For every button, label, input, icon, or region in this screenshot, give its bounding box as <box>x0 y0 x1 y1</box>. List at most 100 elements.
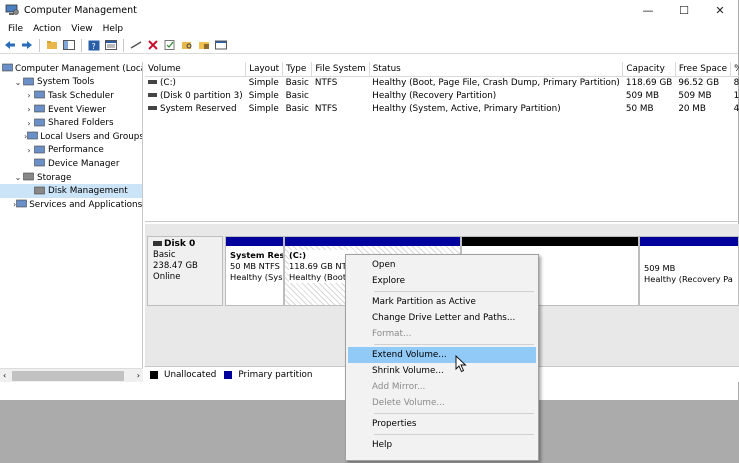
disk-name: Disk 0 <box>164 239 196 249</box>
title-bar: Computer Management — ☐ ✕ <box>0 0 738 20</box>
performance-icon <box>34 145 46 156</box>
collapse-chevron-icon[interactable]: ⌄ <box>13 78 23 87</box>
menu-item-add-mirror: Add Mirror... <box>372 382 426 392</box>
scrollbar-thumb[interactable] <box>12 370 124 381</box>
tree-item[interactable]: Disk Management <box>0 184 142 198</box>
expand-chevron-icon[interactable]: › <box>24 119 34 128</box>
partition-fs: 50 MB NTFS <box>230 261 280 271</box>
menu-file[interactable]: File <box>3 24 28 34</box>
properties-icon[interactable] <box>104 39 118 52</box>
users-icon <box>27 131 39 142</box>
window-title: Computer Management <box>24 4 137 16</box>
tree-item[interactable]: › Event Viewer <box>0 103 142 117</box>
back-arrow-icon[interactable] <box>3 39 17 52</box>
tools-icon <box>23 77 35 88</box>
computer-icon <box>2 63 13 74</box>
disk-type: Basic <box>153 250 176 260</box>
table-cell: 509 MB <box>625 90 660 101</box>
volume-list: Volume Layout Type File System Status Capacit… <box>145 62 739 222</box>
disk-0-label[interactable]: Disk 0 Basic 238.47 GB Online <box>147 236 223 306</box>
menu-item-shrink-volume[interactable]: Shrink Volume... <box>348 363 536 379</box>
partition-name: System Res <box>230 250 284 260</box>
table-cell: Simple <box>248 90 279 101</box>
menu-item-format: Format... <box>372 329 412 339</box>
delete-icon[interactable] <box>146 39 160 52</box>
menu-view[interactable]: View <box>66 24 97 34</box>
partition-recovery[interactable]: 509 MB Healthy (Recovery Pa <box>639 236 739 306</box>
scroll-left-icon[interactable]: ‹ <box>3 371 6 380</box>
menu-item-mark-active[interactable]: Mark Partition as Active <box>348 294 536 310</box>
column-header[interactable]: Type <box>282 62 313 77</box>
services-icon <box>16 199 28 210</box>
folder-icon[interactable] <box>197 39 211 52</box>
unallocated-swatch <box>150 370 158 379</box>
menu-separator <box>374 413 534 414</box>
event-viewer-icon <box>34 104 46 115</box>
primary-partition-bar <box>285 237 460 246</box>
tree-item[interactable]: › Shared Folders <box>0 116 142 130</box>
tree-item[interactable]: › Task Scheduler <box>0 89 142 103</box>
menu-item-explore[interactable]: Explore <box>348 273 536 289</box>
tree-item-label: Computer Management (Local <box>15 63 143 74</box>
primary-swatch <box>224 370 233 379</box>
menu-item-properties[interactable]: Properties <box>348 416 536 432</box>
menu-item-open[interactable]: Open <box>348 257 536 273</box>
up-folder-icon[interactable] <box>45 39 59 52</box>
expand-chevron-icon[interactable]: › <box>24 105 34 114</box>
column-header[interactable]: Layout <box>245 62 284 77</box>
minimize-button[interactable]: — <box>630 0 666 20</box>
column-header[interactable]: Volume <box>145 62 247 77</box>
tree-item[interactable]: ⌄ System Tools <box>0 76 142 90</box>
tree-item[interactable]: › Local Users and Groups <box>0 130 142 144</box>
show-hide-tree-icon[interactable] <box>62 39 76 52</box>
column-header[interactable]: Capacity <box>622 62 676 77</box>
table-row[interactable]: (C:) Simple Basic NTFS Healthy (Boot, Page F… <box>145 76 739 89</box>
column-header[interactable]: % Free <box>730 62 739 77</box>
volume-icon <box>148 80 157 85</box>
expand-chevron-icon[interactable]: › <box>24 91 34 100</box>
menu-action[interactable]: Action <box>28 24 66 34</box>
menu-help[interactable]: Help <box>98 24 129 34</box>
partition-system-reserved[interactable]: System Res 50 MB NTFS Healthy (Sys <box>225 236 284 306</box>
column-header[interactable]: Status <box>369 62 624 77</box>
table-row[interactable]: (Disk 0 partition 3) Simple Basic Healthy (… <box>145 89 739 102</box>
collapse-chevron-icon[interactable]: ⌄ <box>13 173 23 182</box>
toolbar-separator <box>81 38 82 52</box>
menu-item-help[interactable]: Help <box>348 437 536 453</box>
search-folder-icon[interactable] <box>180 39 194 52</box>
tree-item[interactable]: Device Manager <box>0 157 142 171</box>
tree-item[interactable]: ⌄ Storage <box>0 171 142 185</box>
menu-separator <box>374 344 534 345</box>
scroll-right-icon[interactable]: › <box>137 371 140 380</box>
expand-chevron-icon[interactable]: › <box>24 146 34 155</box>
tree-item[interactable]: › Services and Applications <box>0 198 142 212</box>
close-button[interactable]: ✕ <box>702 0 738 20</box>
check-icon[interactable] <box>163 39 177 52</box>
disk-size: 238.47 GB <box>153 261 198 271</box>
unallocated-bar <box>462 237 638 246</box>
menu-item-change-drive-letter[interactable]: Change Drive Letter and Paths... <box>348 310 536 326</box>
menu-separator <box>374 434 534 435</box>
table-cell: System Reserved <box>145 102 246 115</box>
forward-arrow-icon[interactable] <box>20 39 34 52</box>
table-cell: 509 MB <box>678 90 712 101</box>
partition-status: Healthy (Recovery Pa <box>644 274 733 284</box>
menu-item-extend-volume[interactable]: Extend Volume... <box>348 347 536 363</box>
table-cell: NTFS <box>314 77 338 88</box>
toolbar-separator <box>39 38 40 52</box>
connect-icon[interactable] <box>129 39 143 52</box>
column-header[interactable]: Free Space <box>675 62 732 77</box>
tree-item[interactable]: › Performance <box>0 144 142 158</box>
volume-name: System Reserved <box>160 103 237 114</box>
view-icon[interactable] <box>214 39 228 52</box>
tree-horizontal-scrollbar[interactable]: ‹ › <box>0 368 143 382</box>
table-cell: Healthy (Recovery Partition) <box>372 90 497 101</box>
help-icon[interactable]: ? <box>87 39 101 52</box>
volume-name: (C:) <box>160 77 176 88</box>
menu-bar: File Action View Help <box>0 20 738 37</box>
maximize-button[interactable]: ☐ <box>666 0 702 20</box>
tree-item[interactable]: Computer Management (Local <box>0 62 142 76</box>
primary-partition-bar <box>640 237 738 246</box>
column-header[interactable]: File System <box>311 62 370 77</box>
table-row[interactable]: System Reserved Simple Basic NTFS Healthy (S… <box>145 102 739 115</box>
